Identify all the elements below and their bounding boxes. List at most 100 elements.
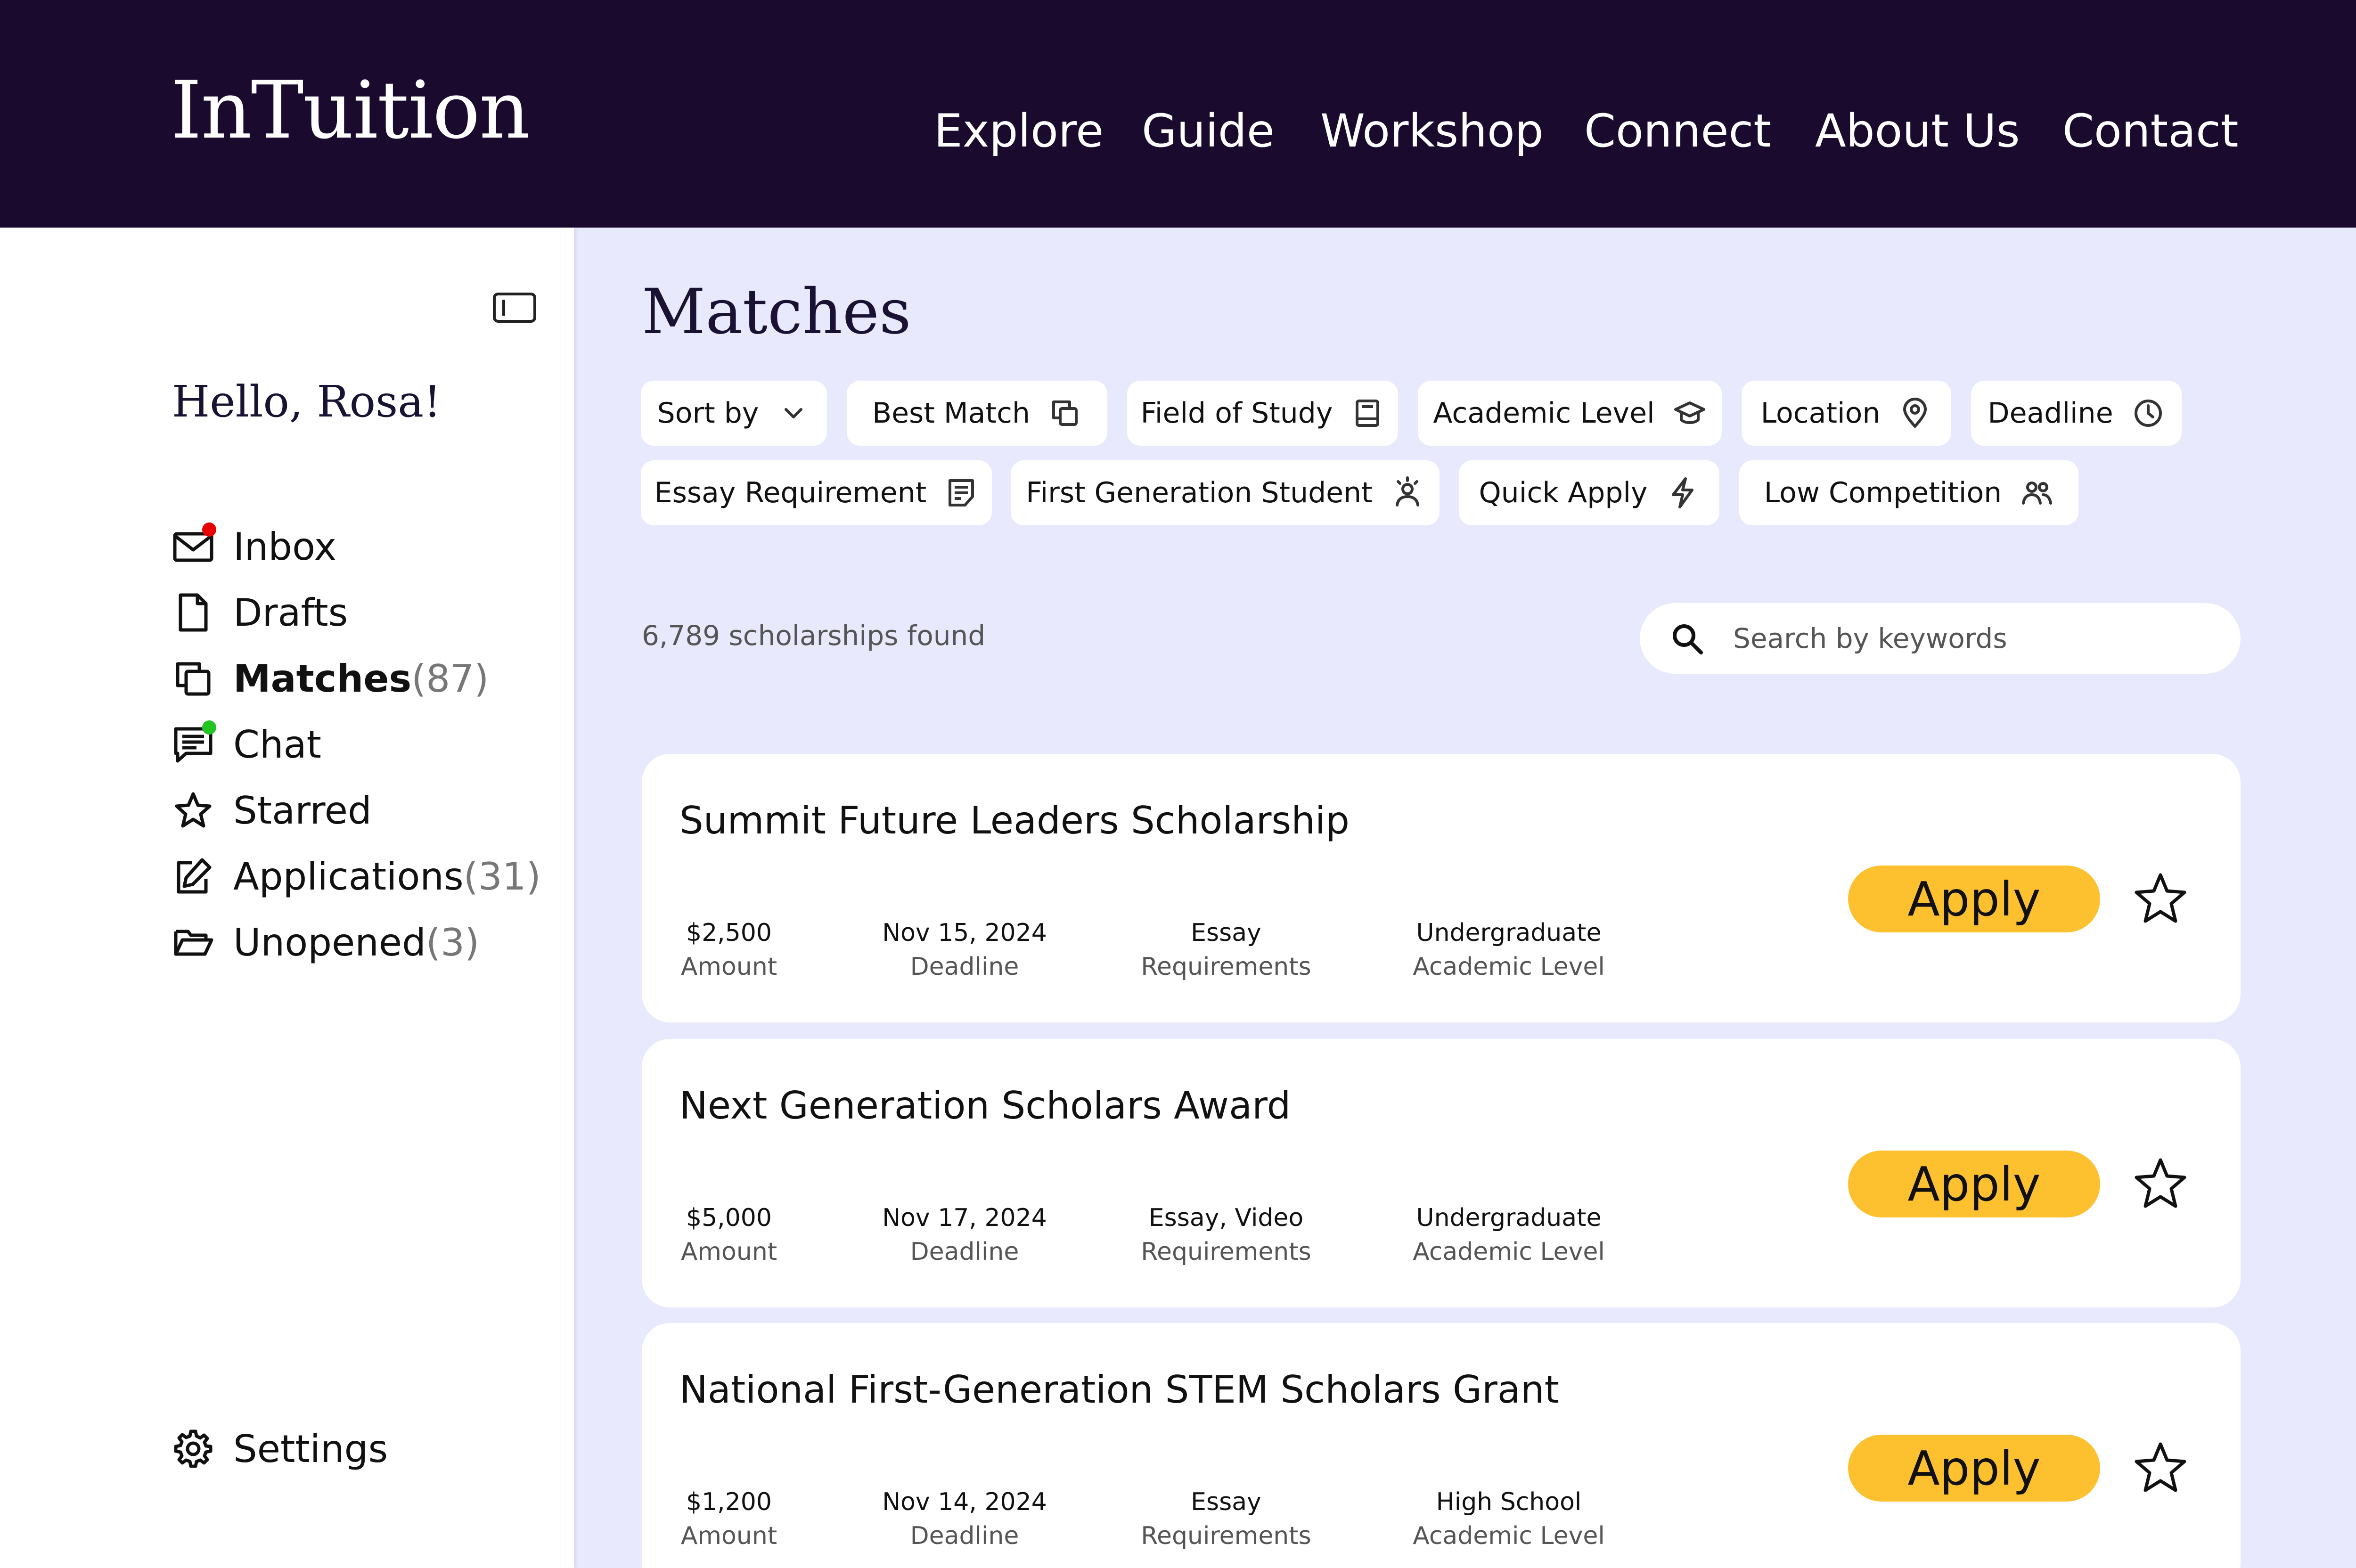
- academic-level-value: Undergraduate: [1416, 1204, 1602, 1232]
- filter-low-competition[interactable]: Low Competition: [1739, 460, 2078, 525]
- academic-level-field: Undergraduate Academic Level: [1410, 919, 1608, 981]
- deadline-label: Deadline: [910, 953, 1019, 981]
- sidebar-item-count: (31): [463, 854, 541, 898]
- deadline-value: Nov 17, 2024: [882, 1204, 1047, 1232]
- sidebar-toggle-icon[interactable]: [492, 292, 537, 323]
- academic-level-value: High School: [1436, 1488, 1582, 1516]
- filter-label: Location: [1760, 397, 1881, 430]
- scholarship-title[interactable]: Next Generation Scholars Award: [679, 1084, 1291, 1127]
- amount-field: $2,500 Amount: [661, 919, 797, 981]
- sidebar-item-chat[interactable]: Chat: [172, 719, 321, 770]
- apply-button[interactable]: Apply: [1848, 1151, 2100, 1217]
- filter-label: Quick Apply: [1479, 476, 1648, 509]
- scholarship-card: Summit Future Leaders Scholarship $2,500…: [642, 754, 2241, 1022]
- gear-icon: [172, 1428, 214, 1470]
- apply-button[interactable]: Apply: [1848, 1435, 2100, 1502]
- users-icon: [2022, 482, 2053, 505]
- amount-field: $1,200 Amount: [661, 1488, 797, 1550]
- book-icon: [1356, 400, 1380, 427]
- filter-label: Field of Study: [1140, 397, 1333, 430]
- copy-icon: [172, 657, 214, 700]
- logo[interactable]: InTuition: [171, 71, 530, 150]
- deadline-value: Nov 14, 2024: [882, 1488, 1047, 1516]
- star-icon[interactable]: [2131, 1438, 2190, 1498]
- sidebar-item-label: Drafts: [233, 590, 348, 635]
- requirements-label: Requirements: [1141, 953, 1311, 981]
- sidebar-item-label: Starred: [233, 788, 372, 833]
- greeting: Hello, Rosa!: [172, 376, 442, 427]
- inbox-unread-dot: [202, 523, 216, 537]
- filter-field-of-study[interactable]: Field of Study: [1127, 381, 1398, 446]
- sidebar-item-matches[interactable]: Matches (87): [172, 653, 489, 704]
- requirements-field: Essay, Video Requirements: [1127, 1204, 1325, 1266]
- sidebar-item-settings[interactable]: Settings: [172, 1423, 388, 1475]
- nav-explore[interactable]: Explore: [934, 103, 1104, 159]
- nav-workshop[interactable]: Workshop: [1320, 103, 1544, 159]
- filter-label: Low Competition: [1764, 476, 2002, 509]
- filter-label: Academic Level: [1433, 397, 1655, 430]
- search-input[interactable]: [1733, 622, 2204, 654]
- requirements-value: Essay, Video: [1148, 1204, 1304, 1232]
- apply-button[interactable]: Apply: [1848, 866, 2100, 932]
- sidebar-item-label: Inbox: [233, 524, 336, 569]
- requirements-field: Essay Requirements: [1127, 919, 1325, 981]
- academic-level-field: Undergraduate Academic Level: [1410, 1204, 1608, 1266]
- scholarship-card: Next Generation Scholars Award $5,000 Am…: [642, 1039, 2241, 1307]
- document-lines-icon: [949, 479, 974, 506]
- folder-open-icon: [172, 921, 214, 964]
- search-icon: [1673, 624, 1703, 654]
- sidebar-item-label: Settings: [233, 1427, 388, 1471]
- edit-icon: [172, 855, 214, 898]
- academic-level-label: Academic Level: [1413, 1238, 1605, 1266]
- amount-value: $1,200: [686, 1488, 772, 1516]
- amount-label: Amount: [680, 1238, 777, 1266]
- filter-academic-level[interactable]: Academic Level: [1418, 381, 1722, 446]
- search-bar: [1640, 603, 2241, 674]
- star-icon: [172, 789, 214, 832]
- filter-location[interactable]: Location: [1742, 381, 1951, 446]
- amount-label: Amount: [680, 953, 777, 981]
- filter-sort-by[interactable]: Sort by: [641, 381, 827, 446]
- filter-deadline[interactable]: Deadline: [1971, 381, 2182, 446]
- sidebar-item-count: (3): [425, 920, 480, 964]
- deadline-field: Nov 15, 2024 Deadline: [868, 919, 1061, 981]
- filter-best-match[interactable]: Best Match: [847, 381, 1107, 446]
- document-icon: [172, 591, 214, 634]
- filter-first-generation-student[interactable]: First Generation Student: [1011, 460, 1440, 525]
- star-icon[interactable]: [2131, 1154, 2190, 1214]
- sidebar-item-inbox[interactable]: Inbox: [172, 521, 336, 572]
- filter-label: First Generation Student: [1026, 476, 1373, 509]
- sidebar-item-label: Unopened: [233, 920, 426, 964]
- amount-label: Amount: [680, 1522, 777, 1550]
- amount-value: $2,500: [686, 919, 772, 947]
- nav-guide[interactable]: Guide: [1142, 103, 1275, 159]
- filter-quick-apply[interactable]: Quick Apply: [1459, 460, 1719, 525]
- page-title: Matches: [642, 276, 911, 348]
- sidebar-item-starred[interactable]: Starred: [172, 784, 372, 836]
- sidebar-item-unopened[interactable]: Unopened (3): [172, 916, 479, 968]
- top-navigation-bar: InTuition Explore Guide Workshop Connect…: [0, 0, 2356, 228]
- deadline-label: Deadline: [910, 1238, 1019, 1266]
- scholarship-title[interactable]: Summit Future Leaders Scholarship: [679, 799, 1350, 842]
- deadline-field: Nov 17, 2024 Deadline: [868, 1204, 1061, 1266]
- star-icon[interactable]: [2131, 869, 2190, 929]
- location-pin-icon: [1903, 398, 1927, 428]
- person-sparkle-icon: [1395, 476, 1419, 506]
- deadline-label: Deadline: [910, 1522, 1019, 1550]
- nav-contact[interactable]: Contact: [2062, 103, 2239, 159]
- copy-icon: [1052, 400, 1078, 426]
- nav-about-us[interactable]: About Us: [1815, 103, 2020, 159]
- filter-essay-requirement[interactable]: Essay Requirement: [641, 460, 992, 525]
- academic-level-field: High School Academic Level: [1410, 1488, 1608, 1550]
- scholarship-title[interactable]: National First-Generation STEM Scholars …: [679, 1368, 1559, 1412]
- results-count: 6,789 scholarships found: [642, 620, 986, 652]
- nav-connect[interactable]: Connect: [1584, 103, 1771, 159]
- academic-level-label: Academic Level: [1413, 953, 1605, 981]
- requirements-label: Requirements: [1141, 1238, 1311, 1266]
- requirements-value: Essay: [1191, 1488, 1261, 1516]
- sidebar-item-applications[interactable]: Applications (31): [172, 850, 541, 902]
- amount-value: $5,000: [686, 1204, 772, 1232]
- sidebar-item-drafts[interactable]: Drafts: [172, 587, 348, 638]
- filter-label: Best Match: [872, 397, 1030, 430]
- requirements-field: Essay Requirements: [1127, 1488, 1325, 1550]
